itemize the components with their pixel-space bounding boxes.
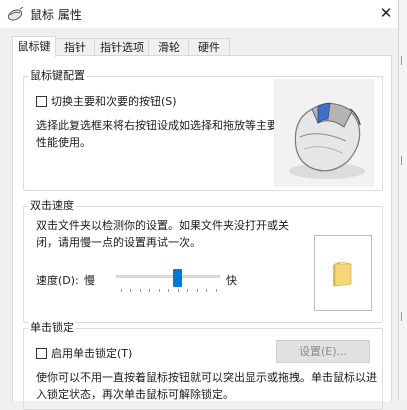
tab-label: 滑轮 bbox=[158, 41, 180, 54]
description-line: 使你可以不用一直按着鼠标按钮就可以突出显示或拖拽。单击鼠标以进 bbox=[36, 371, 377, 384]
button-config-group: 鼠标键配置 切换主要和次要的按钮(S) 选择此复选框来将右按钮设成如选择和拖放等… bbox=[23, 69, 383, 191]
edge-glyph: | bbox=[400, 156, 404, 166]
group-legend: 鼠标键配置 bbox=[28, 69, 87, 83]
click-lock-settings-button[interactable]: 设置(E)... bbox=[276, 340, 370, 363]
tab-wheel[interactable]: 滑轮 bbox=[148, 38, 190, 56]
group-legend: 双击速度 bbox=[28, 199, 76, 213]
title-bar: 鼠标 属性 ✕ bbox=[0, 0, 398, 28]
slider-tick bbox=[178, 289, 179, 292]
slider-tick bbox=[159, 289, 160, 292]
click-lock-description: 使你可以不用一直按着鼠标按钮就可以突出显示或拖拽。单击鼠标以进 入锁定状态，再次… bbox=[36, 369, 380, 403]
tab-panel: 鼠标键配置 切换主要和次要的按钮(S) 选择此复选框来将右按钮设成如选择和拖放等… bbox=[12, 55, 392, 410]
click-lock-label: 启用单击锁定(T) bbox=[51, 347, 133, 360]
description-line: 闭，请用慢一点的设置再试一次。 bbox=[36, 236, 201, 249]
swap-buttons-label: 切换主要和次要的按钮(S) bbox=[51, 95, 177, 108]
close-button[interactable]: ✕ bbox=[374, 2, 398, 24]
tab-label: 鼠标键 bbox=[17, 40, 51, 53]
description-line: 双击文件夹以检测你的设置。如果文件夹没打开或关 bbox=[36, 219, 289, 232]
click-lock-checkbox-row[interactable]: 启用单击锁定(T) bbox=[36, 346, 132, 360]
slider-tick bbox=[197, 289, 198, 292]
tab-label: 指针选项 bbox=[100, 41, 144, 54]
double-click-description: 双击文件夹以检测你的设置。如果文件夹没打开或关 闭，请用慢一点的设置再试一次。 bbox=[36, 217, 316, 251]
group-legend: 单击锁定 bbox=[28, 321, 76, 335]
edge-glyph: | bbox=[400, 312, 404, 322]
slider-tick bbox=[216, 289, 217, 292]
slider-tick bbox=[187, 289, 188, 292]
description-line: 选择此复选框来将右按钮设成如选择和拖放等主要 bbox=[36, 119, 278, 132]
mouse-cursor-icon bbox=[6, 6, 26, 22]
slider-tick bbox=[121, 289, 122, 292]
swap-buttons-checkbox-row[interactable]: 切换主要和次要的按钮(S) bbox=[36, 94, 177, 108]
tab-hardware[interactable]: 硬件 bbox=[188, 38, 230, 56]
edge-glyph: | bbox=[400, 56, 404, 66]
tab-label: 硬件 bbox=[198, 41, 220, 54]
double-click-group: 双击速度 双击文件夹以检测你的设置。如果文件夹没打开或关 闭，请用慢一点的设置再… bbox=[23, 199, 383, 323]
folder-icon[interactable] bbox=[329, 260, 355, 291]
slow-label: 慢 bbox=[84, 274, 95, 287]
slider-tick bbox=[168, 289, 169, 292]
tab-pointer-options[interactable]: 指针选项 bbox=[94, 38, 150, 56]
swap-buttons-checkbox[interactable] bbox=[36, 95, 47, 107]
double-click-test-area[interactable] bbox=[314, 235, 372, 311]
background-window-edge: | | | bbox=[398, 0, 407, 400]
slider-tick bbox=[149, 289, 150, 292]
tab-buttons[interactable]: 鼠标键 bbox=[12, 36, 56, 57]
click-lock-checkbox[interactable] bbox=[36, 347, 47, 359]
slider-tick bbox=[130, 289, 131, 292]
mouse-illustration bbox=[274, 79, 374, 187]
button-config-description: 选择此复选框来将右按钮设成如选择和拖放等主要 性能使用。 bbox=[36, 117, 286, 151]
slider-thumb[interactable] bbox=[173, 269, 182, 287]
description-line: 入锁定状态，再次单击鼠标可解除锁定。 bbox=[36, 388, 234, 401]
click-lock-group: 单击锁定 启用单击锁定(T) 设置(E)... 使你可以不用一直按着鼠标按钮就可… bbox=[23, 321, 383, 410]
slider-track bbox=[116, 275, 220, 278]
fast-label: 快 bbox=[226, 274, 237, 287]
description-line: 性能使用。 bbox=[36, 136, 91, 149]
slider-tick bbox=[140, 289, 141, 292]
window-title: 鼠标 属性 bbox=[30, 8, 82, 22]
slider-tick bbox=[206, 289, 207, 292]
close-icon: ✕ bbox=[379, 4, 393, 22]
tab-label: 指针 bbox=[64, 41, 86, 54]
double-click-speed-slider[interactable] bbox=[116, 269, 220, 292]
speed-label: 速度(D): bbox=[36, 274, 79, 287]
tab-pointers[interactable]: 指针 bbox=[54, 38, 96, 56]
